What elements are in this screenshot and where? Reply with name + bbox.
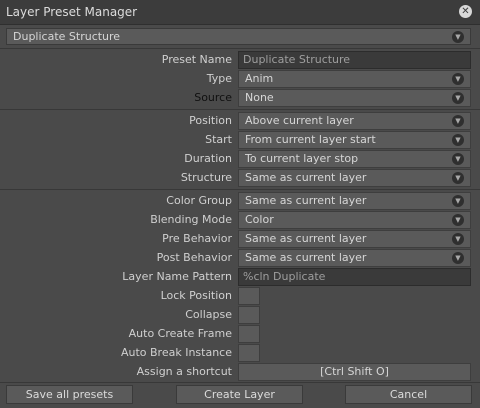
blending-mode-value: Color [245,213,274,226]
blending-mode-row: Blending Mode Color ▼ [0,211,480,230]
pre-behavior-row: Pre Behavior Same as current layer ▼ [0,230,480,249]
duration-dropdown[interactable]: To current layer stop ▼ [238,150,471,168]
position-label: Position [189,114,232,127]
duration-row: Duration To current layer stop ▼ [0,150,480,169]
position-value: Above current layer [245,114,354,127]
start-value: From current layer start [245,133,376,146]
position-dropdown[interactable]: Above current layer ▼ [238,112,471,130]
auto-break-instance-checkbox[interactable] [238,344,260,362]
preset-dropdown[interactable]: Duplicate Structure ▼ [6,28,471,45]
save-all-presets-button[interactable]: Save all presets [6,385,133,404]
color-group-row: Color Group Same as current layer ▼ [0,192,480,211]
divider [0,382,480,383]
create-layer-button[interactable]: Create Layer [176,385,303,404]
preset-dropdown-value: Duplicate Structure [13,30,121,43]
chevron-down-icon: ▼ [452,153,464,165]
source-label: Source [194,91,232,104]
start-label: Start [205,133,232,146]
close-icon[interactable]: ✕ [459,5,472,18]
color-group-value: Same as current layer [245,194,367,207]
divider [0,48,480,49]
structure-value: Same as current layer [245,171,367,184]
blending-mode-label: Blending Mode [150,213,232,226]
color-group-label: Color Group [166,194,232,207]
assign-shortcut-row: Assign a shortcut [Ctrl Shift O] [0,363,480,382]
structure-row: Structure Same as current layer ▼ [0,169,480,188]
auto-create-frame-label: Auto Create Frame [128,327,232,340]
pre-behavior-dropdown[interactable]: Same as current layer ▼ [238,230,471,248]
layer-name-pattern-row: Layer Name Pattern %cln Duplicate [0,268,480,287]
divider [0,189,480,190]
chevron-down-icon: ▼ [452,195,464,207]
source-row: Source None ▼ [0,89,480,108]
preset-name-label: Preset Name [161,53,232,66]
post-behavior-label: Post Behavior [156,251,232,264]
preset-name-value: Duplicate Structure [243,53,351,66]
collapse-checkbox[interactable] [238,306,260,324]
pre-behavior-label: Pre Behavior [162,232,232,245]
lock-position-checkbox[interactable] [238,287,260,305]
chevron-down-icon: ▼ [452,115,464,127]
chevron-down-icon: ▼ [452,252,464,264]
auto-break-instance-row: Auto Break Instance [0,344,480,363]
layer-name-pattern-label: Layer Name Pattern [122,270,232,283]
structure-label: Structure [180,171,232,184]
start-row: Start From current layer start ▼ [0,131,480,150]
chevron-down-icon: ▼ [452,73,464,85]
pre-behavior-value: Same as current layer [245,232,367,245]
source-dropdown[interactable]: None ▼ [238,89,471,107]
post-behavior-row: Post Behavior Same as current layer ▼ [0,249,480,268]
blending-mode-dropdown[interactable]: Color ▼ [238,211,471,229]
color-group-dropdown[interactable]: Same as current layer ▼ [238,192,471,210]
source-value: None [245,91,274,104]
divider [0,109,480,110]
post-behavior-dropdown[interactable]: Same as current layer ▼ [238,249,471,267]
type-value: Anim [245,72,274,85]
auto-break-instance-label: Auto Break Instance [120,346,232,359]
assign-shortcut-value: [Ctrl Shift O] [320,365,389,378]
lock-position-row: Lock Position [0,287,480,306]
chevron-down-icon: ▼ [452,172,464,184]
auto-create-frame-checkbox[interactable] [238,325,260,343]
layer-name-pattern-input[interactable]: %cln Duplicate [238,268,471,286]
structure-dropdown[interactable]: Same as current layer ▼ [238,169,471,187]
collapse-row: Collapse [0,306,480,325]
chevron-down-icon: ▼ [452,92,464,104]
assign-shortcut-label: Assign a shortcut [136,365,232,378]
layer-name-pattern-value: %cln Duplicate [243,270,326,283]
title-bar: Layer Preset Manager ✕ [0,0,480,25]
chevron-down-icon: ▼ [452,31,464,43]
type-label: Type [206,72,232,85]
position-row: Position Above current layer ▼ [0,112,480,131]
chevron-down-icon: ▼ [452,134,464,146]
post-behavior-value: Same as current layer [245,251,367,264]
lock-position-label: Lock Position [160,289,232,302]
start-dropdown[interactable]: From current layer start ▼ [238,131,471,149]
duration-value: To current layer stop [245,152,359,165]
collapse-label: Collapse [185,308,232,321]
preset-name-input[interactable]: Duplicate Structure [238,51,471,69]
preset-name-row: Preset Name Duplicate Structure [0,51,480,70]
type-row: Type Anim ▼ [0,70,480,89]
cancel-button[interactable]: Cancel [345,385,472,404]
duration-label: Duration [184,152,232,165]
chevron-down-icon: ▼ [452,233,464,245]
assign-shortcut-button[interactable]: [Ctrl Shift O] [238,363,471,381]
chevron-down-icon: ▼ [452,214,464,226]
type-dropdown[interactable]: Anim ▼ [238,70,471,88]
auto-create-frame-row: Auto Create Frame [0,325,480,344]
window-title: Layer Preset Manager [6,5,138,19]
